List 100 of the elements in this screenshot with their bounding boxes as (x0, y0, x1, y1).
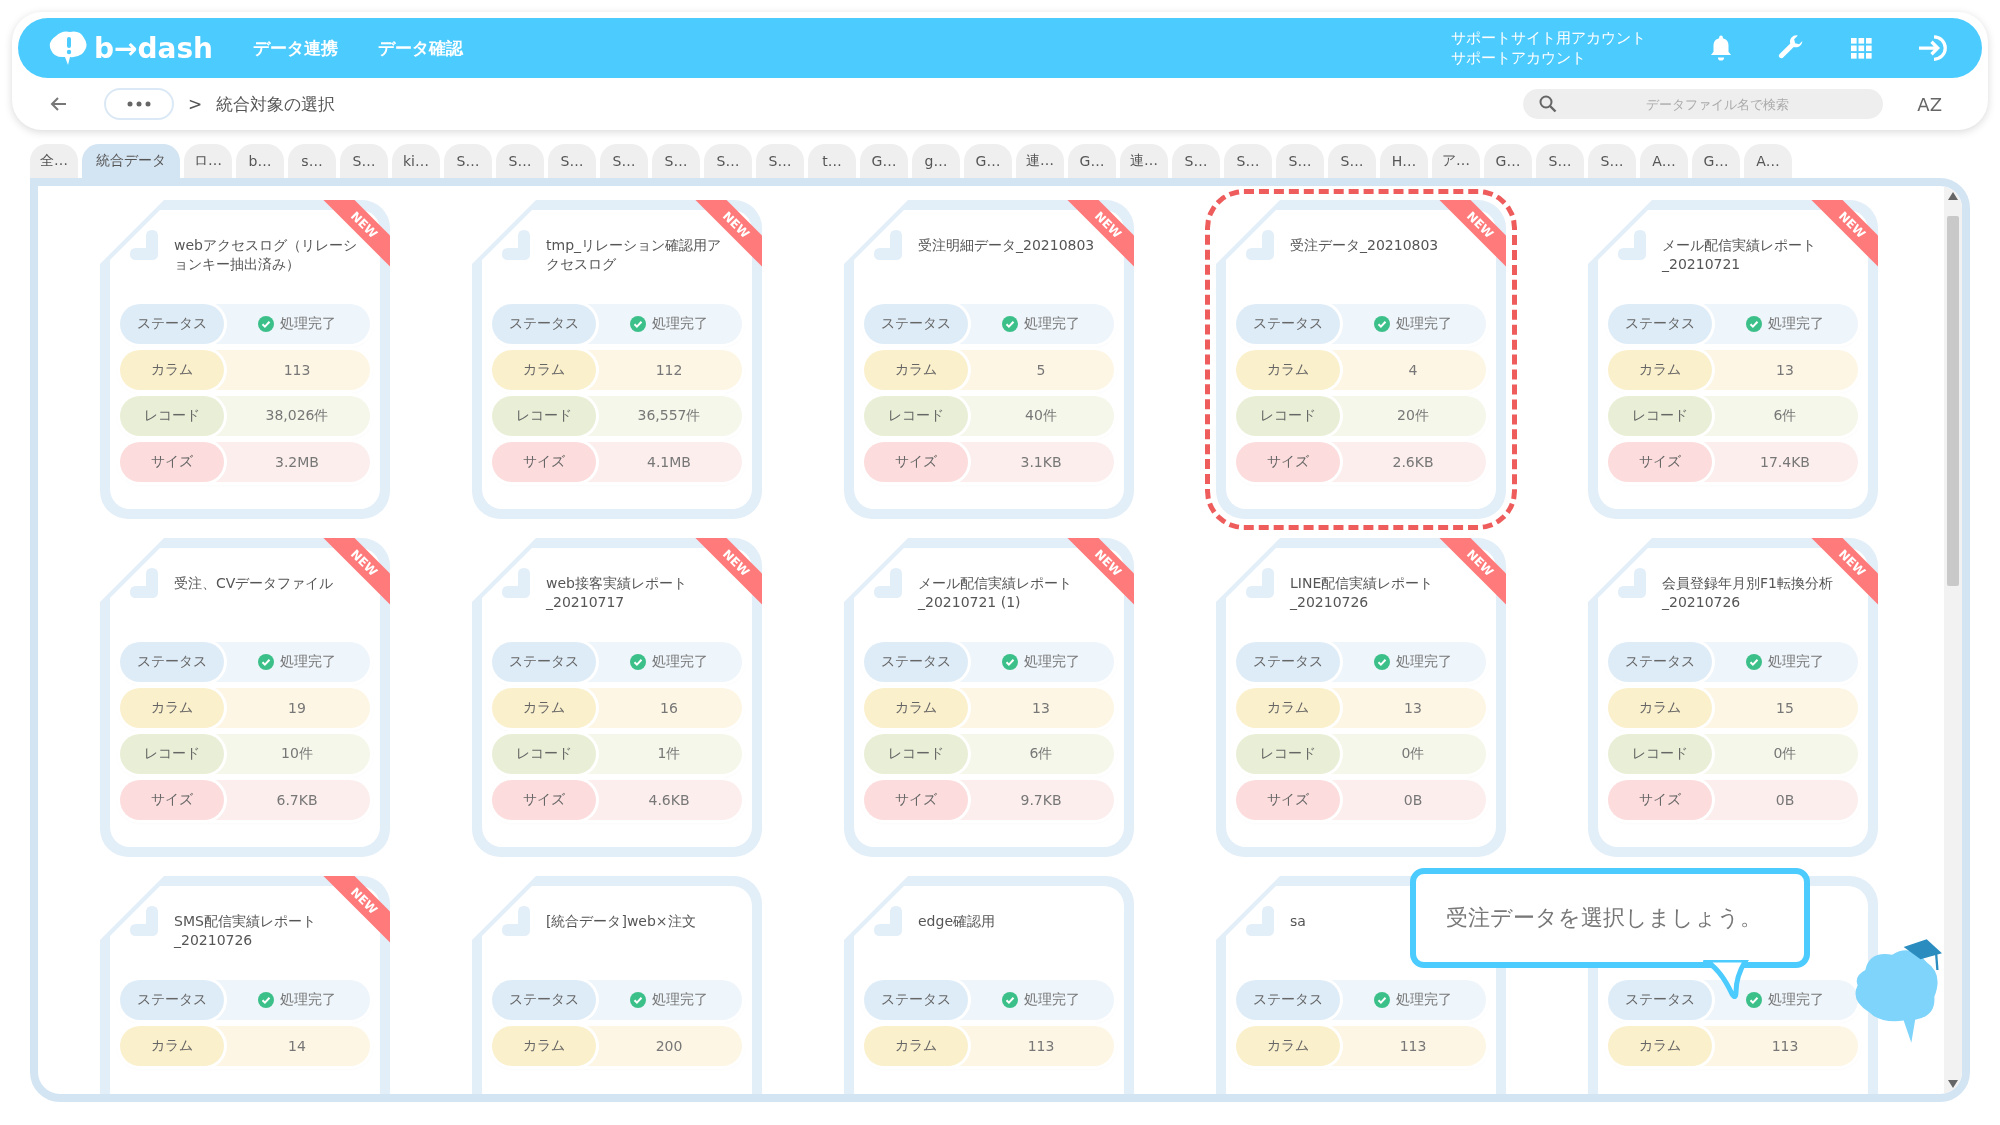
row-label: カラム (864, 1026, 968, 1066)
row-label: レコード (1608, 734, 1712, 774)
row-value: 13 (1032, 700, 1050, 716)
row-label: カラム (1608, 688, 1712, 728)
tab[interactable]: S… (548, 144, 596, 178)
scrollbar[interactable] (1944, 186, 1962, 1094)
tab[interactable]: b… (236, 144, 284, 178)
tab[interactable]: 統合データ (82, 144, 180, 178)
tab[interactable]: t… (808, 144, 856, 178)
row-label: サイズ (492, 780, 596, 820)
tab[interactable]: ki… (392, 144, 440, 178)
check-icon (1002, 654, 1018, 670)
tab[interactable]: G… (1068, 144, 1116, 178)
row-value: 19 (288, 700, 306, 716)
row-value: 6件 (1029, 745, 1053, 763)
row-label: レコード (864, 734, 968, 774)
row-value: 0件 (1773, 745, 1797, 763)
row-label: レコード (492, 734, 596, 774)
row-label: カラム (864, 350, 968, 390)
check-icon (1374, 316, 1390, 332)
card-title: edge確認用 (918, 913, 995, 929)
row-label: ステータス (120, 642, 224, 682)
tab[interactable]: G… (964, 144, 1012, 178)
account-name: サポートアカウント (1451, 48, 1587, 68)
check-icon (1374, 654, 1390, 670)
sort-toggle[interactable]: AZ (1917, 93, 1942, 115)
row-label: レコード (1236, 396, 1340, 436)
tab[interactable]: S… (1328, 144, 1376, 178)
row-value: 処理完了 (1768, 653, 1824, 671)
check-icon (258, 316, 274, 332)
tab[interactable]: H… (1380, 144, 1428, 178)
tab[interactable]: 連… (1120, 144, 1168, 178)
tab[interactable]: S… (652, 144, 700, 178)
row-label: レコード (120, 734, 224, 774)
speech-bubble: 受注データを選択しましょう。 (1410, 868, 1810, 968)
row-value: 113 (1399, 1038, 1427, 1054)
card-title: SMS配信実績レポート_20210726 (174, 913, 316, 948)
logo-text: b→dash (94, 31, 214, 65)
scroll-up-icon[interactable] (1948, 192, 1958, 200)
tab[interactable]: A… (1744, 144, 1792, 178)
tab[interactable]: S… (1172, 144, 1220, 178)
tab[interactable]: s… (288, 144, 336, 178)
tab[interactable]: ア… (1432, 144, 1480, 178)
row-value: 処理完了 (1024, 653, 1080, 671)
tab[interactable]: S… (444, 144, 492, 178)
row-label: ステータス (1236, 980, 1340, 1020)
row-label: ステータス (1236, 642, 1340, 682)
row-value: 処理完了 (1768, 991, 1824, 1009)
tab[interactable]: S… (1224, 144, 1272, 178)
row-value: 処理完了 (280, 315, 336, 333)
file-card[interactable]: [統合データ]web×注文 ステータス 処理完了 カラム 200 (472, 876, 762, 1094)
tab[interactable]: S… (600, 144, 648, 178)
row-value: 処理完了 (280, 991, 336, 1009)
breadcrumb-current: 統合対象の選択 (216, 92, 336, 116)
row-label: カラム (120, 1026, 224, 1066)
row-value: 38,026件 (265, 407, 329, 425)
tab[interactable]: S… (1276, 144, 1324, 178)
row-value: 0B (1775, 792, 1795, 808)
tab[interactable]: G… (1692, 144, 1740, 178)
row-value: 4.6KB (648, 792, 690, 808)
row-label: カラム (1236, 688, 1340, 728)
tab[interactable]: g… (912, 144, 960, 178)
tab[interactable]: S… (1536, 144, 1584, 178)
tab[interactable]: S… (756, 144, 804, 178)
breadcrumb-separator: > (188, 94, 203, 114)
tab[interactable]: S… (704, 144, 752, 178)
tab[interactable]: S… (1588, 144, 1636, 178)
row-value: 処理完了 (1396, 653, 1452, 671)
row-value: 6.7KB (276, 792, 318, 808)
row-label: ステータス (492, 980, 596, 1020)
tab[interactable]: S… (496, 144, 544, 178)
row-label: ステータス (1608, 304, 1712, 344)
row-label: レコード (864, 396, 968, 436)
scroll-thumb[interactable] (1947, 216, 1959, 586)
tab[interactable]: 全… (30, 144, 78, 178)
row-label: サイズ (1608, 780, 1712, 820)
more-button[interactable] (104, 88, 174, 120)
row-label: カラム (492, 688, 596, 728)
row-label: ステータス (492, 642, 596, 682)
tab[interactable]: A… (1640, 144, 1688, 178)
check-icon (1002, 992, 1018, 1008)
row-label: サイズ (1236, 780, 1340, 820)
tab[interactable]: 連… (1016, 144, 1064, 178)
file-card[interactable]: edge確認用 ステータス 処理完了 カラム 113 (844, 876, 1134, 1094)
tab[interactable]: G… (860, 144, 908, 178)
row-label: サイズ (864, 780, 968, 820)
row-value: 0B (1403, 792, 1423, 808)
row-label: カラム (120, 688, 224, 728)
tab[interactable]: S… (340, 144, 388, 178)
row-label: レコード (1608, 396, 1712, 436)
row-value: 113 (1027, 1038, 1055, 1054)
scroll-down-icon[interactable] (1948, 1080, 1958, 1088)
row-label: ステータス (120, 980, 224, 1020)
tab[interactable]: ロ… (184, 144, 232, 178)
tab[interactable]: G… (1484, 144, 1532, 178)
row-label: ステータス (864, 304, 968, 344)
row-value: 20件 (1397, 407, 1429, 425)
check-icon (1002, 316, 1018, 332)
row-value: 113 (1771, 1038, 1799, 1054)
row-value: 3.2MB (275, 454, 319, 470)
